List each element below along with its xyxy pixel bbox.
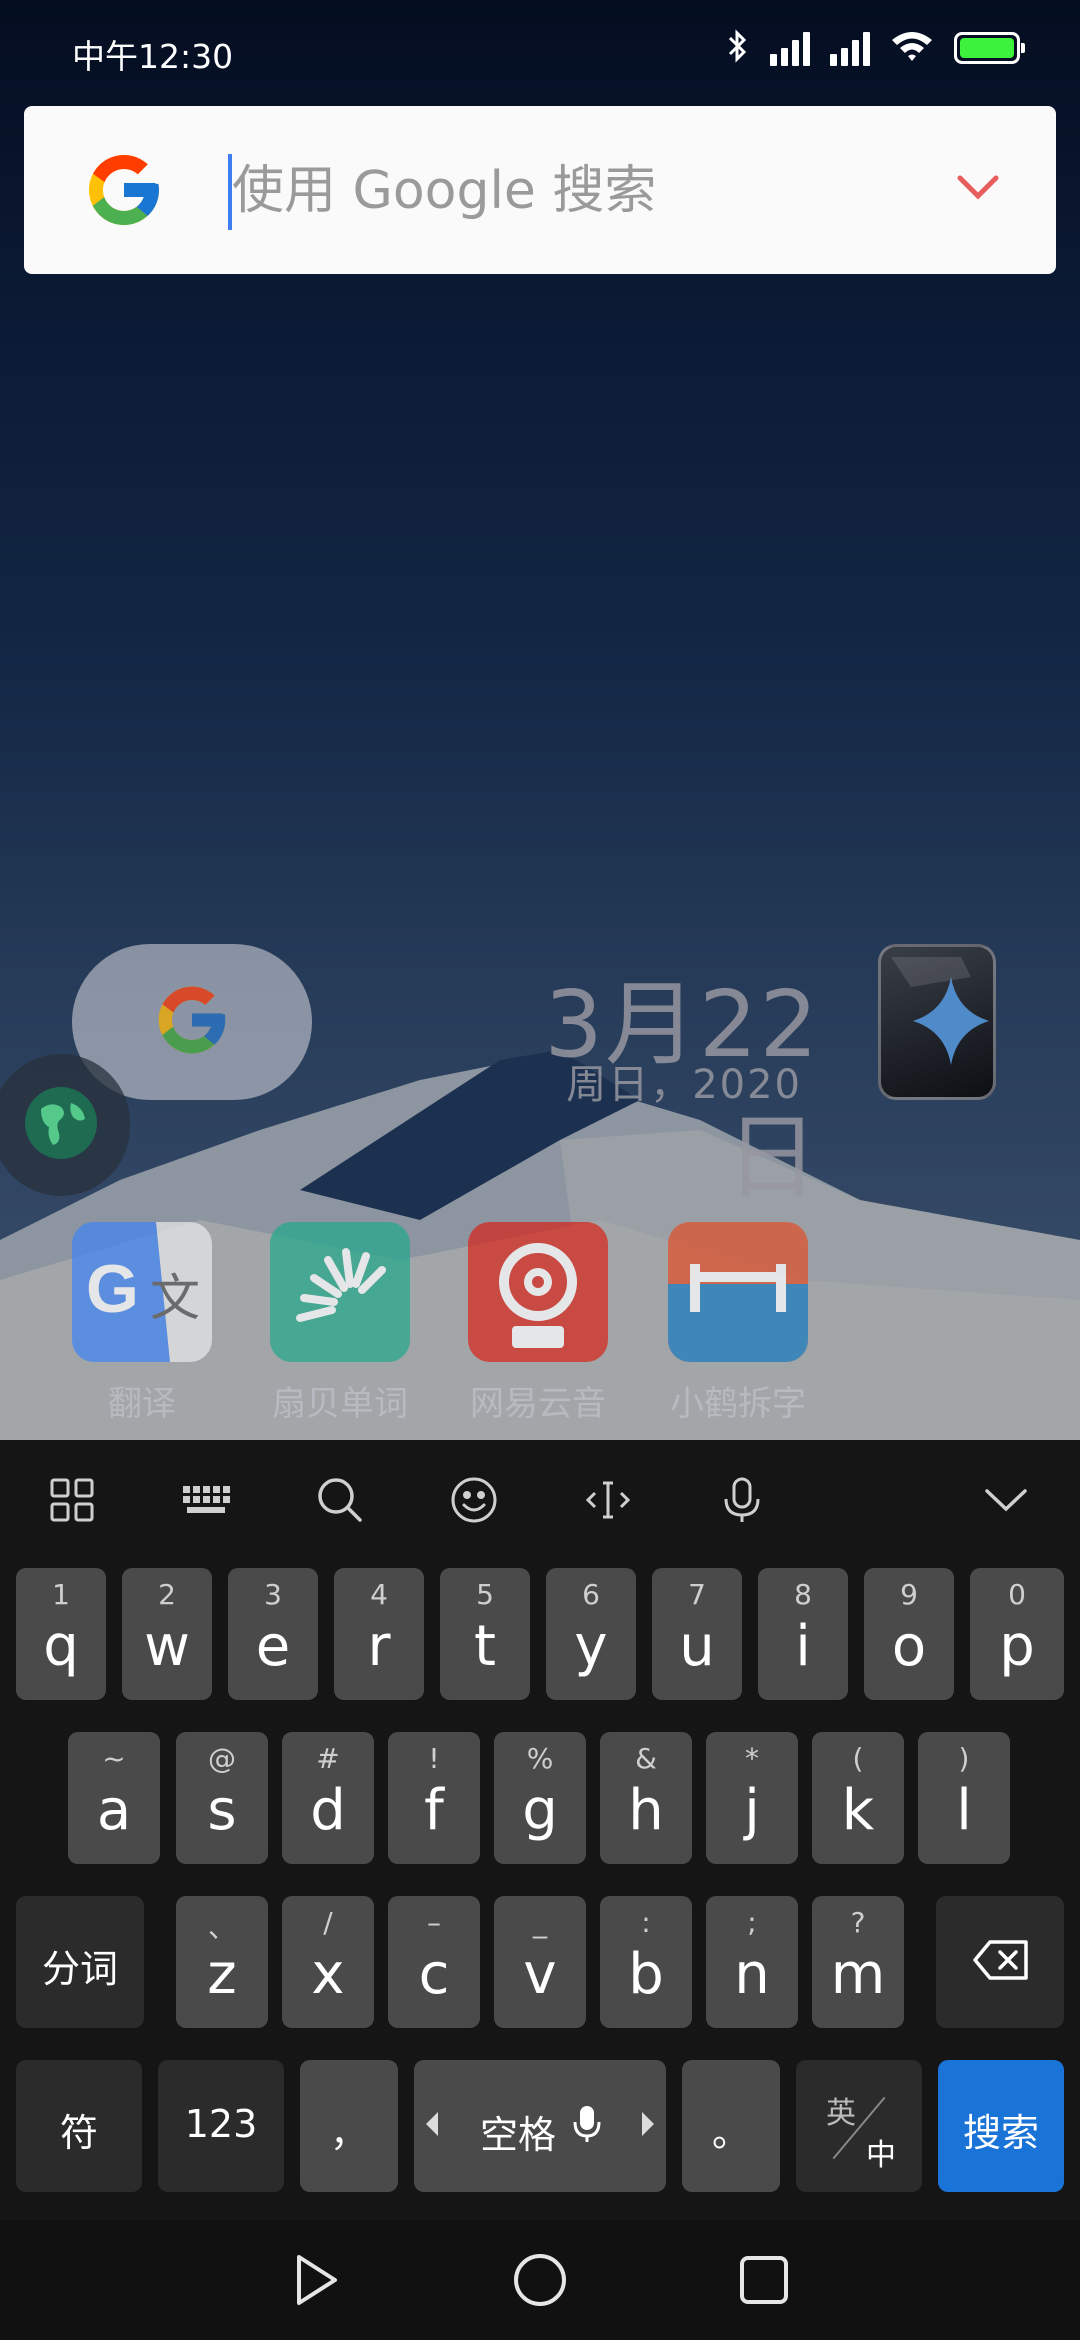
key-o[interactable]: 9o xyxy=(864,1568,954,1700)
key-s[interactable]: @ s xyxy=(176,1732,268,1864)
grid-menu-icon[interactable] xyxy=(42,1470,102,1530)
cellular-signal-icon xyxy=(770,30,810,66)
key-q[interactable]: 1q xyxy=(16,1568,106,1700)
key-a[interactable]: ~ a xyxy=(68,1732,160,1864)
segment-key[interactable]: 分词 xyxy=(16,1896,144,2028)
search-input[interactable] xyxy=(232,146,932,236)
key-p[interactable]: 0p xyxy=(970,1568,1064,1700)
star-app-icon[interactable] xyxy=(878,944,996,1100)
keyboard-layout-icon[interactable] xyxy=(176,1470,236,1530)
app-shanbay[interactable]: 扇贝单词 xyxy=(260,1222,420,1425)
key-j[interactable]: * j xyxy=(706,1732,798,1864)
microphone-icon xyxy=(572,2104,602,2148)
app-label: 翻译 xyxy=(108,1384,176,1424)
key-k[interactable]: (k xyxy=(812,1732,904,1864)
chevron-down-icon[interactable] xyxy=(956,172,1000,206)
key-b[interactable]: :b xyxy=(600,1896,692,2028)
key-g[interactable]: % g xyxy=(494,1732,586,1864)
globe-floating-button[interactable] xyxy=(0,1054,130,1196)
back-triangle-icon[interactable] xyxy=(286,2250,346,2310)
key-n[interactable]: ; n xyxy=(706,1896,798,2028)
bluetooth-icon xyxy=(726,28,750,68)
backspace-icon xyxy=(972,1938,1030,1986)
app-label: 网易云音 xyxy=(470,1384,606,1424)
lang-en-label: 英 xyxy=(826,2096,856,2131)
soft-keyboard: 1q 2w 3e 4r 5t 6y 7u 8i 9o 0p ~ a @ s # d !… xyxy=(0,1440,1080,2220)
navigation-bar xyxy=(0,2220,1080,2340)
period-key[interactable]: 。 xyxy=(682,2060,780,2192)
keyboard-toolbar xyxy=(0,1440,1080,1560)
key-x[interactable]: / x xyxy=(282,1896,374,2028)
space-label: 空格 xyxy=(480,2113,557,2157)
app-netease-music[interactable]: 网易云音 xyxy=(458,1222,618,1425)
netease-music-icon xyxy=(468,1222,608,1362)
app-xiaohe[interactable]: 小鹤拆字 xyxy=(658,1222,818,1425)
backspace-key[interactable] xyxy=(936,1896,1064,2028)
recents-square-icon[interactable] xyxy=(734,2250,794,2310)
cursor-right-icon xyxy=(642,2112,654,2136)
microphone-icon[interactable] xyxy=(712,1470,772,1530)
google-logo-icon xyxy=(152,980,232,1064)
key-r[interactable]: 4r xyxy=(334,1568,424,1700)
key-f[interactable]: ! f xyxy=(388,1732,480,1864)
status-bar: 中午12:30 xyxy=(0,0,1080,100)
key-i[interactable]: 8i xyxy=(758,1568,848,1700)
xiaohe-icon xyxy=(668,1222,808,1362)
key-t[interactable]: 5t xyxy=(440,1568,530,1700)
key-h[interactable]: & h xyxy=(600,1732,692,1864)
clock-weekday: 周日，2020 xyxy=(566,1062,802,1108)
home-circle-icon[interactable] xyxy=(510,2250,570,2310)
key-e[interactable]: 3e xyxy=(228,1568,318,1700)
app-label: 小鹤拆字 xyxy=(670,1384,806,1424)
key-w[interactable]: 2w xyxy=(122,1568,212,1700)
key-c[interactable]: – c xyxy=(388,1896,480,2028)
language-switch-key[interactable]: 英 中 xyxy=(796,2060,922,2192)
lang-zh-label: 中 xyxy=(866,2138,896,2173)
battery-icon xyxy=(954,32,1025,64)
google-search-bar[interactable] xyxy=(24,106,1056,274)
key-m[interactable]: ? m xyxy=(812,1896,904,2028)
shanbay-icon xyxy=(270,1222,410,1362)
status-time: 中午12:30 xyxy=(72,37,234,76)
cursor-left-icon xyxy=(426,2112,438,2136)
comma-key[interactable]: ， xyxy=(300,2060,398,2192)
globe-icon xyxy=(21,1083,101,1167)
key-u[interactable]: 7u xyxy=(652,1568,742,1700)
search-icon[interactable] xyxy=(310,1470,370,1530)
emoji-icon[interactable] xyxy=(444,1470,504,1530)
status-icons xyxy=(726,28,1025,68)
key-d[interactable]: # d xyxy=(282,1732,374,1864)
space-key[interactable]: 空格 xyxy=(414,2060,666,2192)
keyboard-hide-chevron-icon[interactable] xyxy=(976,1470,1036,1530)
cursor-move-icon[interactable] xyxy=(578,1470,638,1530)
app-label: 扇贝单词 xyxy=(272,1384,408,1424)
wifi-icon xyxy=(890,28,934,68)
google-logo-icon xyxy=(82,148,166,232)
symbols-key[interactable]: 符 xyxy=(16,2060,142,2192)
numbers-key[interactable]: 123 xyxy=(158,2060,284,2192)
google-translate-icon: G 文 xyxy=(72,1222,212,1362)
cellular-signal-2-icon xyxy=(830,30,870,66)
key-v[interactable]: _ v xyxy=(494,1896,586,2028)
key-l[interactable]: ) l xyxy=(918,1732,1010,1864)
search-key[interactable]: 搜索 xyxy=(938,2060,1064,2192)
key-y[interactable]: 6y xyxy=(546,1568,636,1700)
key-z[interactable]: 、 z xyxy=(176,1896,268,2028)
app-google-translate[interactable]: G 文 翻译 xyxy=(62,1222,222,1425)
